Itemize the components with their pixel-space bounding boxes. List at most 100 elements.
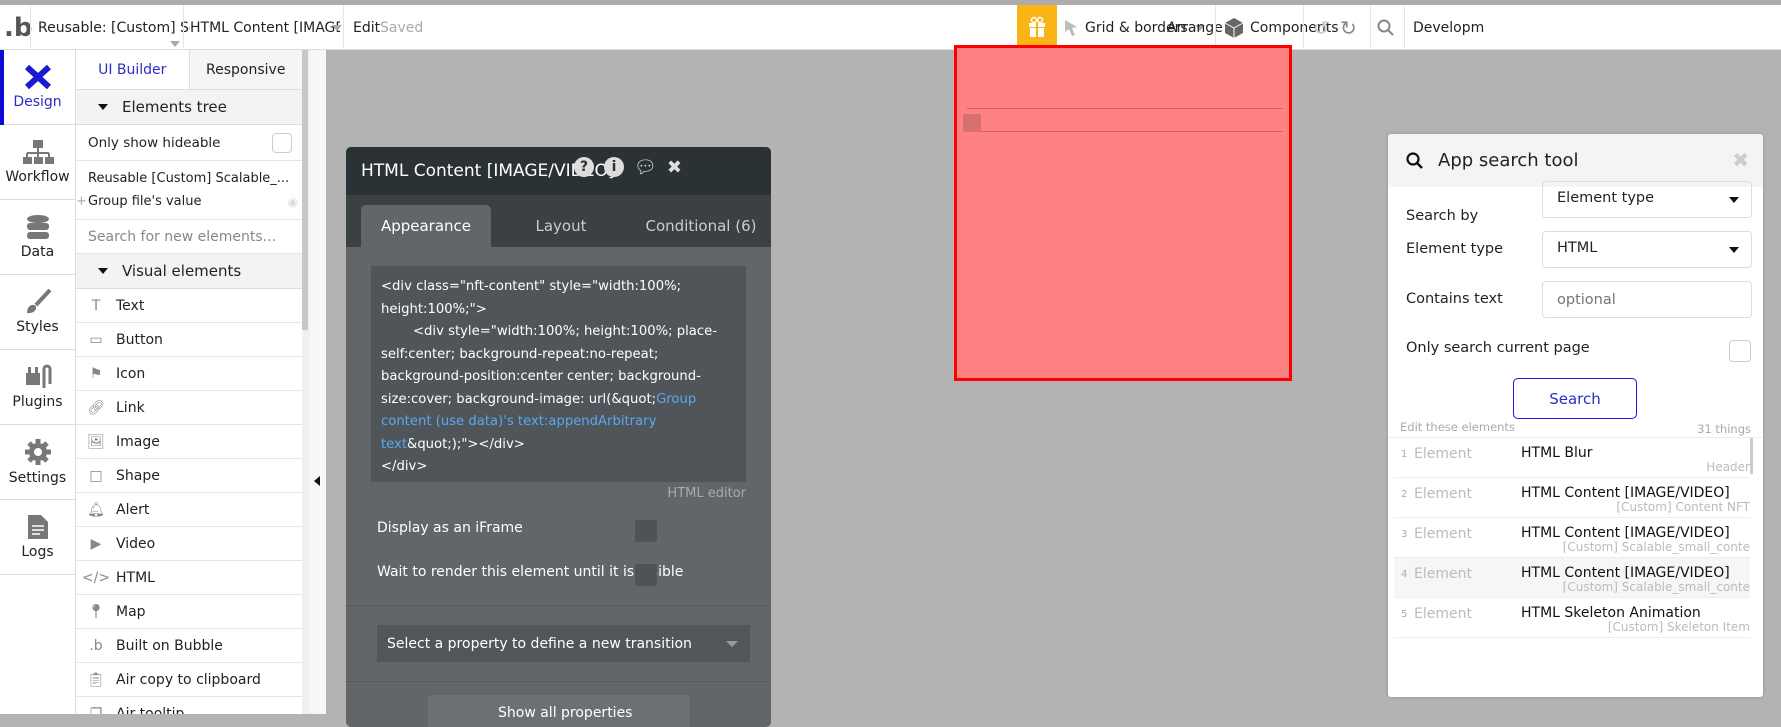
tab-conditional[interactable]: Conditional (6) bbox=[626, 205, 771, 247]
element-item-label: Video bbox=[116, 535, 156, 552]
code-icon: </> bbox=[81, 569, 111, 586]
close-icon[interactable]: ✖ bbox=[667, 157, 682, 178]
property-editor: HTML Content [IMAGE/VIDEO] ? i 💬︎ ✖ Appe… bbox=[346, 147, 771, 727]
search-tool-title: App search tool bbox=[1438, 150, 1579, 171]
bubble-icon: .b bbox=[89, 637, 103, 654]
sidebar-item-styles[interactable]: Styles bbox=[0, 275, 75, 350]
caret-down-icon bbox=[98, 268, 108, 274]
element-item[interactable]: 📋︎ Air copy to clipboard bbox=[76, 663, 302, 697]
html-editor[interactable]: <div class="nft-content" style="width:10… bbox=[371, 266, 746, 482]
element-item[interactable]: 🖼︎ Image bbox=[76, 425, 302, 459]
reusable-selector[interactable]: Reusable: [Custom] Scalable_small_cont bbox=[38, 5, 190, 50]
gift-button[interactable] bbox=[1017, 5, 1057, 48]
info-icon[interactable]: i bbox=[604, 157, 624, 177]
sidebar-item-data[interactable]: Data bbox=[0, 200, 75, 275]
element-item[interactable]: 🔔︎ Alert bbox=[76, 493, 302, 527]
tree-item-reusable[interactable]: Reusable [Custom] Scalable_... bbox=[88, 167, 289, 190]
result-index: 2 bbox=[1401, 489, 1408, 500]
plug-icon bbox=[25, 364, 51, 388]
search-button[interactable]: Search bbox=[1513, 378, 1637, 419]
only-hideable-checkbox[interactable] bbox=[272, 132, 292, 153]
search-result-row[interactable]: 3 Element HTML Content [IMAGE/VIDEO] [Cu… bbox=[1394, 518, 1750, 558]
element-item[interactable]: 🔗︎ Link bbox=[76, 391, 302, 425]
cube-icon bbox=[1224, 17, 1244, 38]
sidebar-item-logs[interactable]: Logs bbox=[0, 500, 75, 575]
element-item-label: Air copy to clipboard bbox=[116, 671, 261, 688]
chevron-down-icon bbox=[1729, 197, 1739, 203]
element-type-select[interactable]: HTML bbox=[1542, 231, 1752, 268]
search-elements-input[interactable]: Search for new elements... bbox=[76, 220, 302, 254]
tab-responsive[interactable]: Responsive bbox=[189, 50, 302, 89]
element-item[interactable]: T Text bbox=[76, 289, 302, 323]
sidebar-item-workflow[interactable]: Workflow bbox=[0, 125, 75, 200]
redo-icon[interactable]: ↻ bbox=[1340, 5, 1357, 50]
edit-button[interactable]: Edit bbox=[353, 5, 380, 50]
search-by-select[interactable]: Element type bbox=[1542, 181, 1752, 218]
result-index: 4 bbox=[1401, 569, 1408, 580]
transition-select[interactable]: Select a property to define a new transi… bbox=[377, 625, 750, 662]
only-page-label: Only search current page bbox=[1406, 340, 1590, 356]
element-item-label: HTML bbox=[116, 569, 155, 586]
development-menu[interactable]: Developm bbox=[1413, 5, 1484, 50]
search-icon[interactable] bbox=[1377, 5, 1395, 50]
wait-render-checkbox[interactable] bbox=[635, 564, 657, 586]
comment-icon[interactable]: 💬︎ bbox=[634, 157, 657, 178]
search-result-row[interactable]: 1 Element HTML Blur Header bbox=[1394, 438, 1750, 478]
element-selector[interactable]: HTML Content [IMAGE/VIDEO] bbox=[190, 5, 340, 50]
contains-text-input[interactable] bbox=[1542, 281, 1752, 318]
close-icon[interactable]: ✖ bbox=[1732, 148, 1749, 172]
sidebar-item-settings[interactable]: Settings bbox=[0, 425, 75, 500]
element-type-label: Element type bbox=[1406, 241, 1504, 257]
elements-tree-header[interactable]: Elements tree bbox=[76, 90, 302, 125]
result-kind: Element bbox=[1414, 526, 1472, 542]
result-kind: Element bbox=[1414, 486, 1472, 502]
toolbar: .b Reusable: [Custom] Scalable_small_con… bbox=[0, 5, 1781, 50]
search-result-row[interactable]: 5 Element HTML Skeleton Animation [Custo… bbox=[1394, 598, 1750, 638]
search-result-row[interactable]: 4 Element HTML Content [IMAGE/VIDEO] [Cu… bbox=[1394, 558, 1750, 598]
iframe-checkbox[interactable] bbox=[635, 520, 657, 542]
selected-html-element[interactable] bbox=[954, 45, 1292, 381]
element-item-label: Built on Bubble bbox=[116, 637, 223, 654]
element-item[interactable]: ❐ Air tooltip bbox=[76, 697, 302, 715]
element-item-label: Air tooltip bbox=[116, 705, 185, 715]
sidebar-item-plugins[interactable]: Plugins bbox=[0, 350, 75, 425]
app-search-tool: App search tool ✖ Search by Element type… bbox=[1388, 134, 1763, 697]
search-icon bbox=[1406, 151, 1423, 169]
element-item[interactable]: .b Built on Bubble bbox=[76, 629, 302, 663]
chevron-down-icon bbox=[325, 5, 342, 50]
undo-icon[interactable]: ↺ bbox=[1313, 5, 1330, 50]
tree-item-group[interactable]: + Group file's value bbox=[76, 190, 202, 213]
chevron-down-icon bbox=[170, 41, 180, 47]
icon-sidebar: Design Workflow Data Styles Plugins Sett… bbox=[0, 50, 76, 714]
tab-layout[interactable]: Layout bbox=[506, 205, 616, 247]
element-item[interactable]: ▭ Button bbox=[76, 323, 302, 357]
shape-icon: □ bbox=[89, 467, 103, 484]
element-item[interactable]: </> HTML bbox=[76, 561, 302, 595]
tab-ui-builder[interactable]: UI Builder bbox=[76, 50, 190, 89]
show-all-properties-button[interactable]: Show all properties bbox=[428, 695, 690, 727]
bubble-logo[interactable]: .b bbox=[4, 5, 33, 50]
cursor-icon[interactable] bbox=[1064, 5, 1078, 50]
result-parent: [Custom] Content NFT bbox=[1616, 500, 1750, 514]
text-icon: T bbox=[91, 297, 101, 314]
panel-collapse-strip bbox=[310, 50, 326, 714]
eye-icon[interactable]: ◉ bbox=[288, 191, 298, 214]
visual-elements-header[interactable]: Visual elements bbox=[76, 254, 302, 289]
edit-these-label: Edit these elements bbox=[1400, 420, 1515, 434]
panel-scrollbar[interactable] bbox=[302, 50, 308, 330]
sidebar-item-design[interactable]: Design bbox=[0, 50, 75, 125]
help-icon[interactable]: ? bbox=[574, 157, 594, 177]
collapse-panel-icon[interactable] bbox=[314, 476, 320, 486]
element-item-label: Button bbox=[116, 331, 163, 348]
tab-appearance[interactable]: Appearance bbox=[361, 205, 491, 247]
element-item[interactable]: □ Shape bbox=[76, 459, 302, 493]
only-page-checkbox[interactable] bbox=[1729, 340, 1751, 362]
result-name: HTML Skeleton Animation bbox=[1521, 605, 1701, 621]
tooltip-icon: ❐ bbox=[89, 705, 103, 715]
search-result-row[interactable]: 2 Element HTML Content [IMAGE/VIDEO] [Cu… bbox=[1394, 478, 1750, 518]
element-item[interactable]: ⚑ Icon bbox=[76, 357, 302, 391]
reusable-label: Reusable: [Custom] Scalable_small_cont bbox=[38, 19, 190, 36]
element-item[interactable]: 📍︎ Map bbox=[76, 595, 302, 629]
element-item[interactable]: ▶ Video bbox=[76, 527, 302, 561]
clipboard-icon: 📋︎ bbox=[87, 671, 105, 688]
